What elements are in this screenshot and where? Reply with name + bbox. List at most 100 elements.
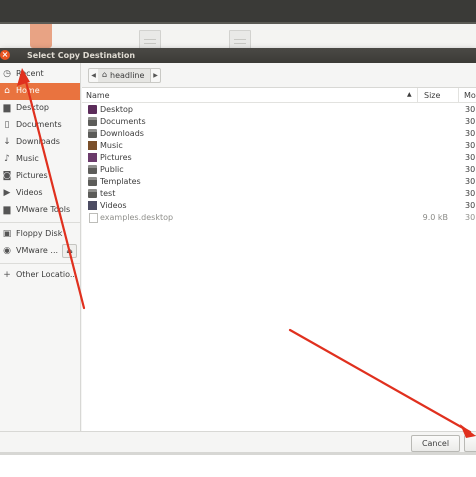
folder-icon: ▆ (3, 103, 11, 113)
sidebar-item-label: Desktop (16, 103, 49, 112)
floppy-icon: ▣ (2, 229, 12, 239)
file-icon (89, 213, 98, 223)
file-row-examples-desktop[interactable]: examples.desktop 9.0 kB 30 (82, 212, 476, 224)
file-size: 9.0 kB (422, 213, 448, 222)
home-icon: ⌂ (102, 70, 108, 79)
file-modified: 30 (465, 201, 476, 210)
file-row-videos[interactable]: Videos 30 (82, 200, 476, 212)
file-row-desktop[interactable]: Desktop 30 (82, 104, 476, 116)
sidebar-item-downloads[interactable]: ↓ Downloads (0, 134, 80, 151)
file-name: Music (100, 141, 123, 150)
sidebar-item-label: Music (16, 154, 39, 163)
file-row-downloads[interactable]: Downloads 30 (82, 128, 476, 140)
music-folder-icon (88, 141, 97, 150)
column-header-name[interactable]: Name (86, 91, 110, 100)
music-icon: ♪ (4, 154, 10, 164)
sidebar-item-label: Floppy Disk (16, 229, 63, 238)
pictures-folder-icon (88, 153, 97, 162)
file-modified: 30 (465, 117, 476, 126)
file-row-public[interactable]: Public 30 (82, 164, 476, 176)
sidebar-item-label: Other Locatio... (16, 270, 78, 279)
sidebar-item-documents[interactable]: ▯ Documents (0, 117, 80, 134)
sidebar-item-desktop[interactable]: ▆ Desktop (0, 100, 80, 117)
sidebar-item-vmware-disc[interactable]: ◉ VMware ... ⏏ (0, 243, 80, 260)
file-modified: 30 (465, 141, 476, 150)
file-row-documents[interactable]: Documents 30 (82, 116, 476, 128)
file-name: test (100, 189, 116, 198)
folder-icon: ▆ (3, 205, 11, 215)
home-icon: ⌂ (4, 86, 10, 96)
folder-icon (88, 165, 97, 174)
close-button[interactable]: × (0, 50, 10, 60)
column-divider (458, 88, 459, 102)
sidebar-item-label: Home (16, 86, 40, 95)
background-folder-icon (30, 24, 52, 48)
file-list: Name ▲ Size Mo Desktop 30 Documents 30 D… (82, 87, 476, 432)
sidebar-item-label: Videos (16, 188, 43, 197)
camera-icon: ◙ (2, 171, 12, 181)
file-modified: 30 (465, 105, 476, 114)
video-folder-icon (88, 201, 97, 210)
file-name: Videos (100, 201, 127, 210)
sidebar-item-label: Pictures (16, 171, 48, 180)
file-row-music[interactable]: Music 30 (82, 140, 476, 152)
download-icon: ↓ (3, 137, 11, 147)
disc-icon: ◉ (3, 246, 11, 256)
sidebar-item-home[interactable]: ⌂ Home (0, 83, 80, 100)
sidebar-divider (0, 222, 80, 223)
path-bar: ◀ ⌂ headline ▶ (82, 63, 476, 87)
file-modified: 30 (465, 177, 476, 186)
folder-icon (88, 129, 97, 138)
file-name: Pictures (100, 153, 132, 162)
file-row-templates[interactable]: Templates 30 (82, 176, 476, 188)
column-divider (417, 88, 418, 102)
file-name: examples.desktop (100, 213, 174, 222)
select-copy-destination-dialog: × Select Copy Destination ◷ Recent ⌂ Hom… (0, 48, 476, 455)
select-button[interactable] (464, 435, 476, 452)
sidebar-item-label: VMware Tools (16, 205, 71, 214)
sidebar-item-label: Recent (16, 69, 44, 78)
sort-ascending-icon: ▲ (407, 91, 412, 98)
file-row-pictures[interactable]: Pictures 30 (82, 152, 476, 164)
file-name: Documents (100, 117, 146, 126)
folder-icon (88, 189, 97, 198)
file-row-test[interactable]: test 30 (82, 188, 476, 200)
sidebar-item-floppy-disk[interactable]: ▣ Floppy Disk (0, 226, 80, 243)
sidebar-item-music[interactable]: ♪ Music (0, 151, 80, 168)
eject-icon[interactable]: ⏏ (62, 244, 77, 258)
column-header-size[interactable]: Size (424, 91, 440, 100)
dialog-title: Select Copy Destination (27, 51, 136, 60)
sidebar-item-other-locations[interactable]: + Other Locatio... (0, 267, 80, 284)
plus-icon: + (3, 270, 11, 280)
file-modified: 30 (465, 165, 476, 174)
video-icon: ▶ (3, 188, 11, 198)
folder-icon (88, 105, 97, 114)
dialog-titlebar: × Select Copy Destination (0, 48, 476, 63)
cancel-button[interactable]: Cancel (411, 435, 460, 452)
file-list-header: Name ▲ Size Mo (82, 88, 476, 103)
document-icon: ▯ (4, 120, 10, 130)
sidebar-item-label: Downloads (16, 137, 60, 146)
breadcrumb-home[interactable]: ⌂ headline (98, 68, 151, 83)
path-forward-button[interactable]: ▶ (151, 68, 161, 83)
file-modified: 30 (465, 189, 476, 198)
file-modified: 30 (465, 129, 476, 138)
places-sidebar: ◷ Recent ⌂ Home ▆ Desktop ▯ Documents ↓ … (0, 63, 81, 431)
file-name: Desktop (100, 105, 133, 114)
sidebar-item-videos[interactable]: ▶ Videos (0, 185, 80, 202)
file-modified: 30 (465, 153, 476, 162)
sidebar-item-label: VMware ... (16, 246, 59, 255)
file-modified: 30 (465, 213, 476, 222)
file-name: Public (100, 165, 124, 174)
sidebar-item-vmware-tools[interactable]: ▆ VMware Tools (0, 202, 80, 219)
column-header-modified[interactable]: Mo (464, 91, 476, 100)
sidebar-divider (0, 263, 80, 264)
sidebar-item-pictures[interactable]: ◙ Pictures (0, 168, 80, 185)
sidebar-item-label: Documents (16, 120, 62, 129)
sidebar-item-recent[interactable]: ◷ Recent (0, 66, 80, 83)
background-window-header (0, 0, 476, 22)
file-name: Templates (100, 177, 141, 186)
file-name: Downloads (100, 129, 144, 138)
clock-icon: ◷ (3, 69, 11, 79)
folder-icon (88, 117, 97, 126)
